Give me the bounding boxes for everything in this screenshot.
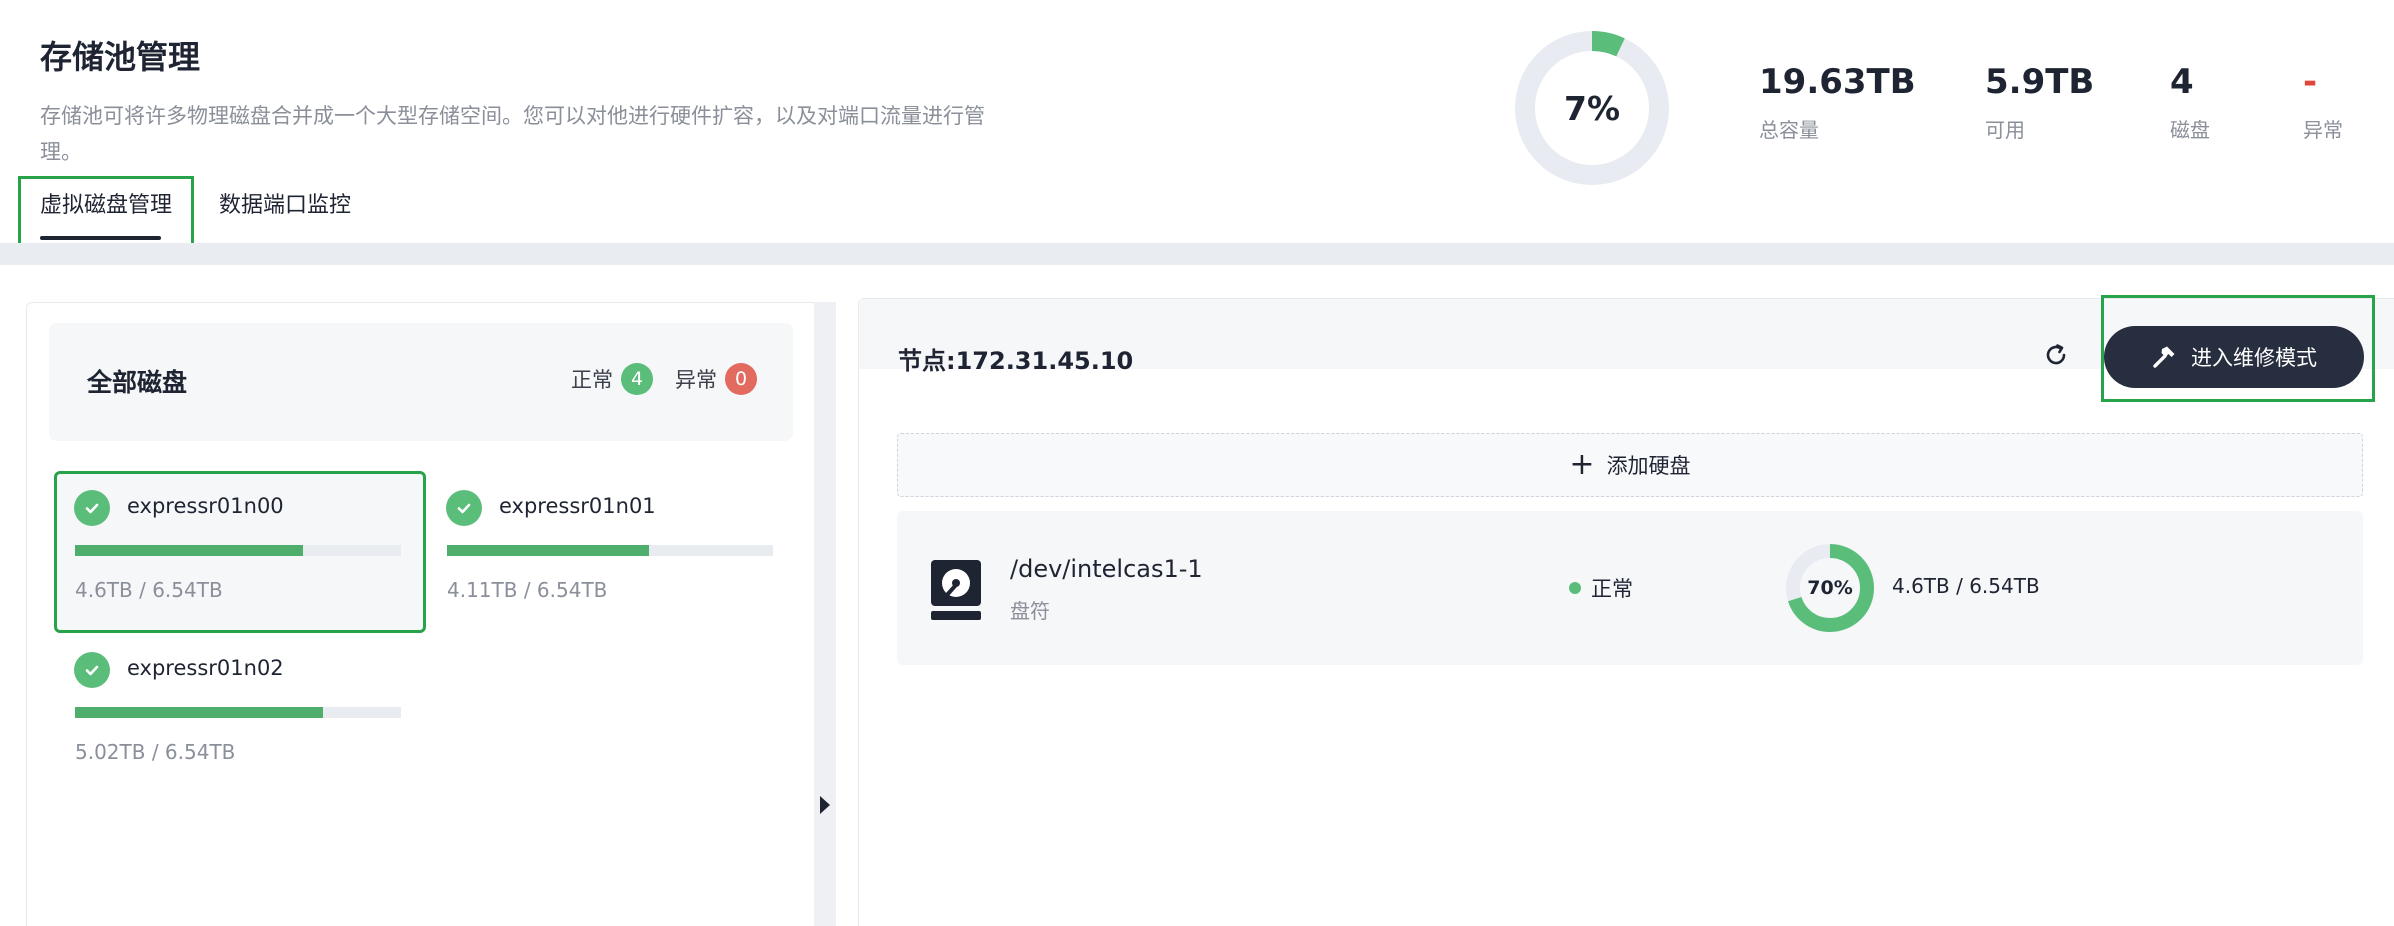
stat-disk-count: 4 磁盘 (2170, 62, 2210, 143)
tab-virtual-disk-management[interactable]: 虚拟磁盘管理 (18, 176, 195, 252)
hammer-icon (2151, 344, 2177, 370)
disk-capacity: 4.6TB / 6.54TB (1892, 574, 2040, 598)
normal-label: 正常 (571, 368, 613, 392)
page-description: 存储池可将许多物理磁盘合并成一个大型存储空间。您可以对他进行硬件扩容，以及对端口… (40, 104, 985, 164)
disk-card-expressr01n01[interactable]: expressr01n01 4.11TB / 6.54TB (429, 474, 801, 636)
node-title: 节点:172.31.45.10 (898, 347, 1134, 375)
disk-name: expressr01n00 (127, 494, 284, 518)
stat-value: 19.63TB (1759, 62, 1916, 102)
disk-usage-text: 4.11TB / 6.54TB (447, 578, 608, 602)
disk-usage-percent: 70% (1807, 577, 1853, 599)
stat-label: 可用 (1985, 118, 2025, 142)
node-detail-panel: 节点:172.31.45.10 进入维修模式 + 添加硬盘 /dev/intel… (858, 295, 2394, 926)
disk-list-panel: 全部磁盘 正常 4 异常 0 expressr01n00 4.6TB / 6.5… (26, 302, 818, 926)
stat-value: - (2303, 62, 2318, 102)
disk-card-expressr01n00[interactable]: expressr01n00 4.6TB / 6.54TB (54, 471, 426, 633)
caret-right-icon[interactable] (820, 796, 830, 814)
panel-splitter[interactable] (814, 302, 836, 926)
disk-name: expressr01n01 (499, 494, 656, 518)
pool-usage-donut: 7% (1514, 30, 1670, 186)
tab-bar: 虚拟磁盘管理 数据端口监控 (18, 176, 373, 252)
normal-count-badge: 4 (621, 363, 653, 395)
page-header: 存储池管理 存储池可将许多物理磁盘合并成一个大型存储空间。您可以对他进行硬件扩容… (0, 0, 2394, 252)
stat-available: 5.9TB 可用 (1985, 62, 2094, 143)
check-circle-icon (74, 652, 110, 688)
status-dot-icon (1569, 582, 1581, 594)
page-title: 存储池管理 (40, 38, 201, 76)
disk-status: 正常 (1569, 573, 1633, 603)
disk-usage-bar (75, 545, 401, 556)
disk-usage-bar-fill (75, 545, 304, 556)
refresh-button[interactable] (2039, 338, 2073, 372)
disk-usage-bar (75, 707, 401, 718)
disk-usage-bar-fill (75, 707, 323, 718)
disk-row[interactable]: /dev/intelcas1-1 盘符 正常 70% 4.6TB / 6.54T… (897, 511, 2363, 665)
stat-value: 5.9TB (1985, 62, 2095, 102)
disk-status-counts: 正常 4 异常 0 (571, 363, 757, 395)
plus-icon: + (1569, 447, 1595, 482)
enter-maintenance-mode-button[interactable]: 进入维修模式 (2104, 326, 2364, 388)
stat-value: 4 (2170, 62, 2194, 102)
disk-sub-label: 盘符 (1010, 599, 1050, 623)
tab-data-port-monitoring[interactable]: 数据端口监控 (197, 176, 373, 252)
abnormal-count-badge: 0 (725, 363, 757, 395)
all-disks-title: 全部磁盘 (87, 368, 188, 397)
disk-usage-text: 5.02TB / 6.54TB (75, 740, 236, 764)
disk-status-text: 正常 (1591, 577, 1633, 601)
disk-card-expressr01n02[interactable]: expressr01n02 5.02TB / 6.54TB (57, 636, 429, 798)
maintenance-button-label: 进入维修模式 (2191, 346, 2317, 370)
disk-usage-donut: 70% (1785, 543, 1875, 633)
pool-usage-label: 7% (1563, 88, 1621, 128)
add-disk-button[interactable]: + 添加硬盘 (897, 433, 2363, 497)
stat-total-capacity: 19.63TB 总容量 (1759, 62, 1916, 143)
disk-usage-bar-fill (447, 545, 650, 556)
abnormal-label: 异常 (675, 368, 717, 392)
check-circle-icon (446, 490, 482, 526)
stat-label: 总容量 (1759, 118, 1819, 142)
stat-label: 磁盘 (2170, 118, 2210, 142)
add-disk-label: 添加硬盘 (1606, 454, 1691, 478)
hard-disk-icon (930, 559, 982, 621)
disk-summary: 全部磁盘 正常 4 异常 0 (49, 323, 793, 441)
disk-name: expressr01n02 (127, 656, 284, 680)
disk-path: /dev/intelcas1-1 (1010, 555, 1203, 583)
disk-usage-text: 4.6TB / 6.54TB (75, 578, 223, 602)
stat-abnormal: - 异常 (2303, 62, 2343, 143)
disk-usage-bar (447, 545, 773, 556)
check-circle-icon (74, 490, 110, 526)
refresh-icon (2042, 341, 2070, 369)
header-divider (0, 243, 2394, 265)
stat-label: 异常 (2303, 118, 2343, 142)
